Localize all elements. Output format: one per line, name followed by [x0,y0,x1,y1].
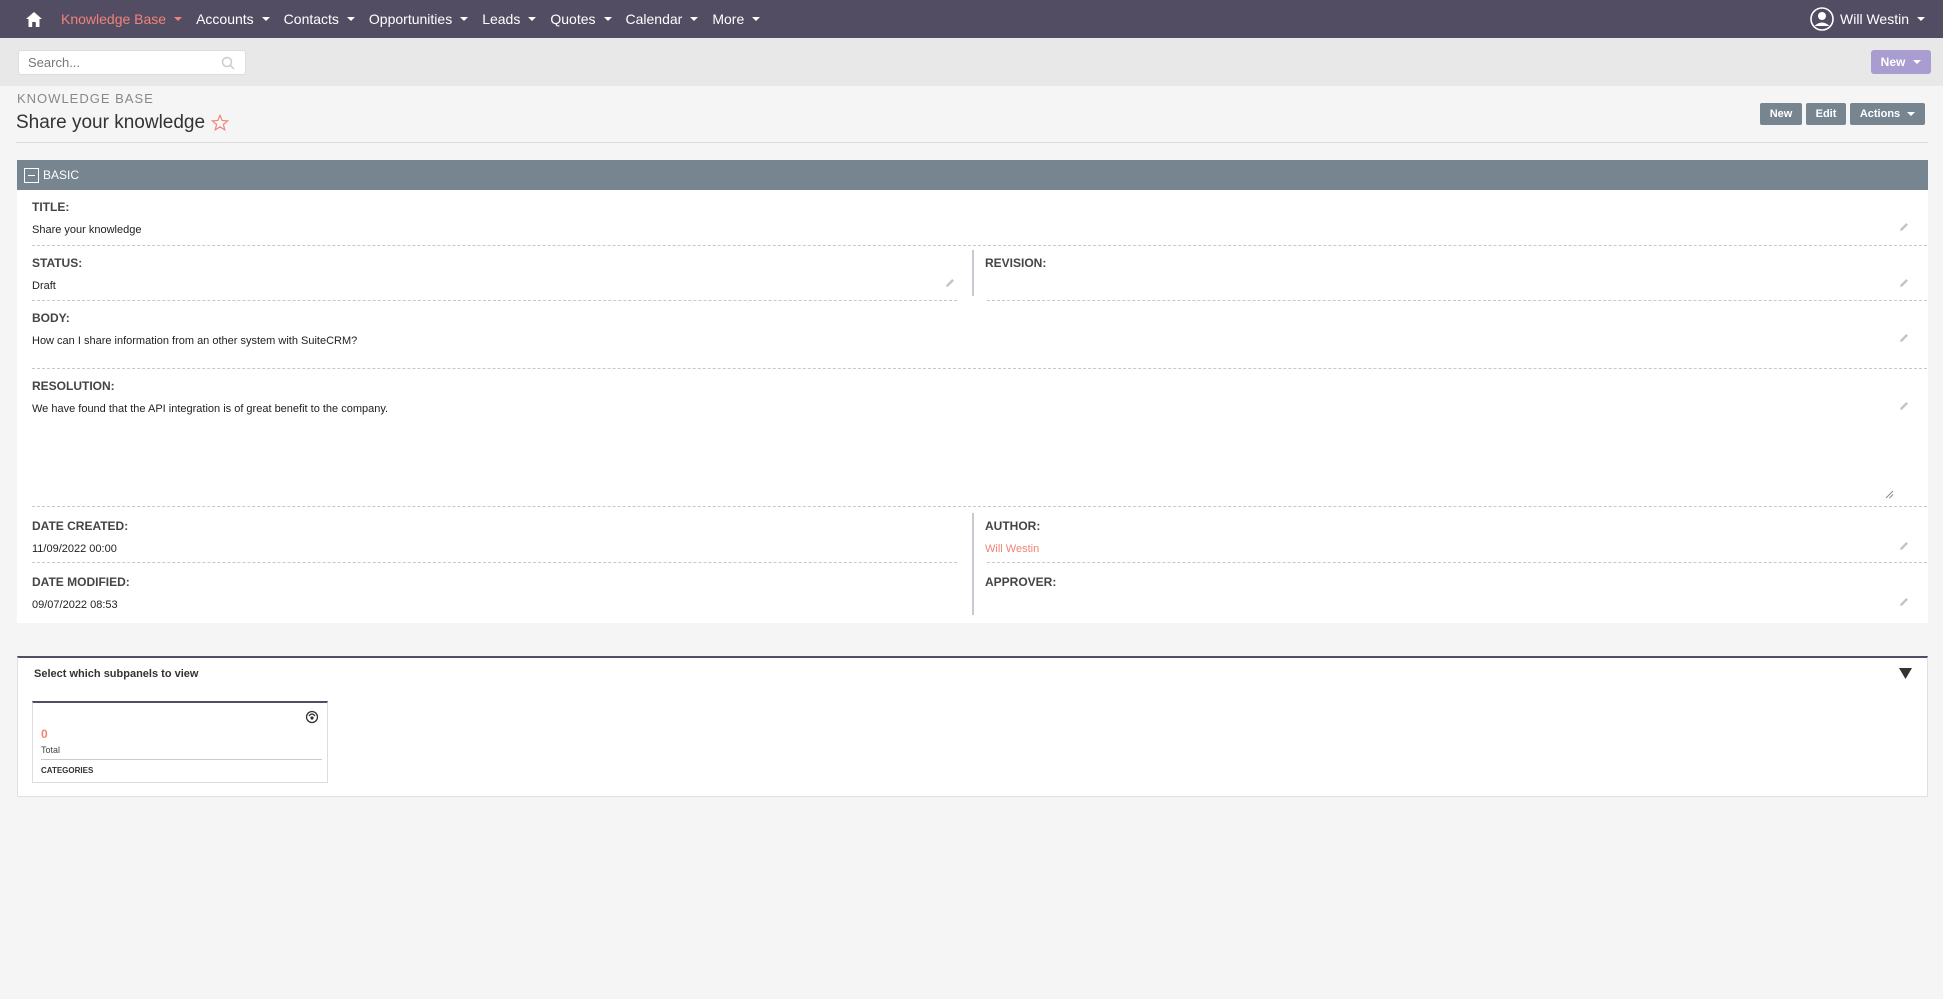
quick-create-new-button[interactable]: New [1871,50,1931,74]
body-label: BODY: [32,311,70,325]
chevron-down-icon [261,17,270,21]
nav-item-leads[interactable]: Leads [482,11,537,27]
chevron-down-icon [174,17,183,21]
panel-title: BASIC [43,168,80,182]
nav-item-quotes[interactable]: Quotes [550,11,612,27]
nav-item-calendar[interactable]: Calendar [626,11,699,27]
resolution-value: We have found that the API integration i… [32,403,389,415]
chevron-down-icon [690,17,699,21]
field-divider [32,506,1927,507]
new-record-button[interactable]: New [1760,103,1802,125]
edit-pencil-icon[interactable] [1899,222,1909,232]
author-label: AUTHOR: [985,519,1041,533]
chevron-down-icon [346,17,355,21]
status-label: STATUS: [32,256,83,270]
home-button[interactable] [19,4,49,34]
user-menu[interactable]: Will Westin [1810,0,1925,38]
field-resolution: RESOLUTION: We have found that the API i… [32,379,388,415]
header-divider [16,142,1928,143]
page-title: Share your knowledge [16,112,230,134]
nav-item-opportunities[interactable]: Opportunities [369,11,469,27]
actions-dropdown-button[interactable]: Actions [1850,103,1925,125]
title-label: TITLE: [32,200,70,214]
user-avatar-icon [1810,7,1834,31]
edit-pencil-icon[interactable] [1899,278,1909,288]
categories-count: 0 [41,727,48,741]
resize-handle-icon[interactable] [1885,490,1894,499]
categories-total-label: Total [41,745,61,755]
column-separator [972,250,974,296]
edit-pencil-icon[interactable] [945,278,955,288]
subpanel-card-categories[interactable]: 0 Total CATEGORIES [32,701,328,783]
module-name: KNOWLEDGE BASE [17,91,154,106]
author-link[interactable]: Will Westin [985,543,1040,555]
field-divider [32,562,957,563]
search-bar-row [0,38,1943,86]
field-revision: REVISION: [985,256,1046,280]
chevron-down-icon [528,17,537,21]
categories-icon [305,710,319,724]
revision-label: REVISION: [985,256,1047,270]
field-title: TITLE: Share your knowledge [32,200,141,236]
panel-body-basic: TITLE: Share your knowledge STATUS: Draf… [17,190,1928,623]
field-status: STATUS: Draft [32,256,82,292]
module-menu: Knowledge Base Accounts Contacts Opportu… [61,11,774,27]
card-divider [41,759,322,760]
edit-pencil-icon[interactable] [1899,541,1909,551]
chevron-down-icon [460,17,469,21]
chevron-down-icon [1917,17,1925,21]
date-created-value: 11/09/2022 00:00 [32,543,117,555]
panel-header-basic[interactable]: BASIC [17,160,1928,190]
subpanel-selector-title: Select which subpanels to view [34,668,199,680]
top-navigation: Knowledge Base Accounts Contacts Opportu… [0,0,1943,38]
search-input[interactable] [19,55,209,70]
column-separator [972,513,974,615]
field-divider [32,300,957,301]
chevron-down-icon [1913,60,1922,64]
collapse-icon[interactable] [24,167,39,183]
field-divider [987,300,1927,301]
search-box [18,50,246,75]
date-created-label: DATE CREATED: [32,519,129,533]
home-icon [26,11,42,27]
favorite-star-icon[interactable] [211,114,230,132]
categories-label: CATEGORIES [41,766,94,775]
record-actions: New Edit Actions [1760,103,1925,125]
nav-item-knowledge-base[interactable]: Knowledge Base [61,11,183,27]
user-name: Will Westin [1840,11,1909,27]
nav-item-contacts[interactable]: Contacts [284,11,355,27]
resolution-label: RESOLUTION: [32,379,115,393]
chevron-down-icon [603,17,612,21]
field-date-modified: DATE MODIFIED: 09/07/2022 08:53 [32,575,130,611]
date-modified-label: DATE MODIFIED: [32,575,130,589]
field-author: AUTHOR: Will Westin [985,519,1040,555]
edit-pencil-icon[interactable] [1899,597,1909,607]
edit-pencil-icon[interactable] [1899,333,1909,343]
title-value: Share your knowledge [32,224,142,236]
edit-button[interactable]: Edit [1806,103,1846,125]
triangle-down-icon[interactable] [1899,668,1912,679]
field-divider [32,245,1927,246]
nav-item-accounts[interactable]: Accounts [196,11,270,27]
date-modified-value: 09/07/2022 08:53 [32,599,118,611]
chevron-down-icon [752,17,761,21]
edit-pencil-icon[interactable] [1899,401,1909,411]
chevron-down-icon [1907,112,1916,116]
approver-label: APPROVER: [985,575,1057,589]
field-body: BODY: How can I share information from a… [32,311,357,347]
nav-item-more[interactable]: More [712,11,761,27]
field-divider [32,368,1927,369]
record-title: Share your knowledge [16,112,206,133]
field-date-created: DATE CREATED: 11/09/2022 00:00 [32,519,128,555]
body-value: How can I share information from an othe… [32,335,358,347]
status-value: Draft [32,280,56,292]
search-icon[interactable] [221,56,235,70]
field-approver: APPROVER: [985,575,1056,599]
subpanel-selector: Select which subpanels to view 0 Total C… [17,656,1928,797]
field-divider [987,562,1927,563]
